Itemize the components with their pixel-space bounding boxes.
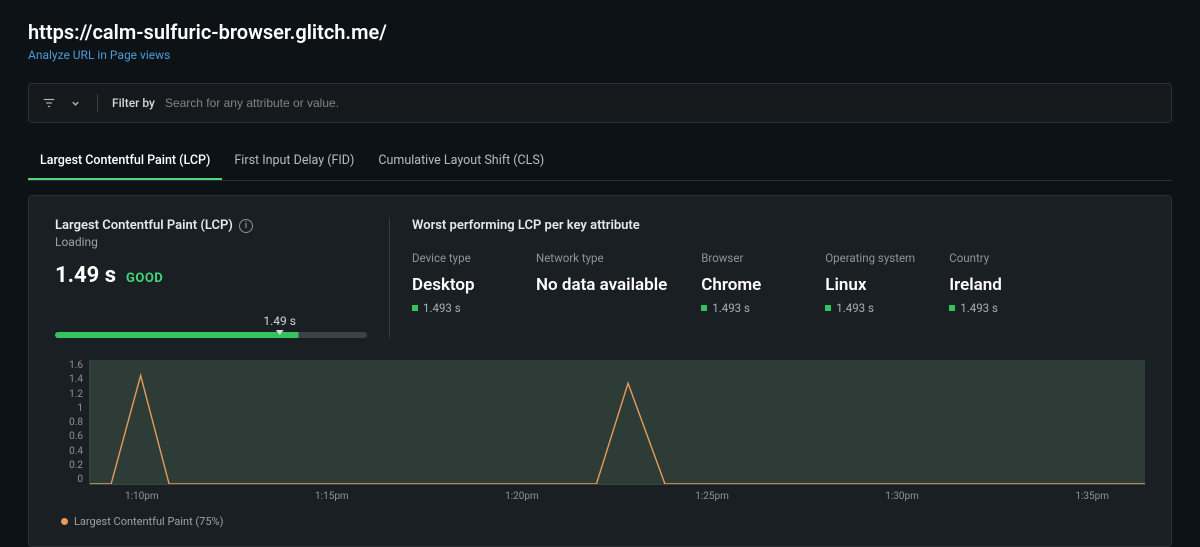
attr-value: Linux (825, 275, 915, 295)
threshold-bar (55, 332, 367, 338)
status-dot-icon (825, 305, 831, 311)
filter-icon[interactable] (41, 95, 57, 111)
attr-value: Chrome (701, 275, 791, 295)
xtick: 1:20pm (505, 491, 539, 502)
ytick: 1.2 (55, 389, 83, 400)
attr-col-1: Network type No data available (536, 251, 667, 315)
tab-1[interactable]: First Input Delay (FID) (222, 143, 366, 180)
filter-bar: Filter by (28, 83, 1172, 123)
metric-subtitle: Loading (55, 235, 367, 249)
chevron-down-icon[interactable] (67, 95, 83, 111)
attr-label: Network type (536, 251, 667, 265)
chart-x-axis: 1:10pm 1:15pm 1:20pm 1:25pm 1:30pm 1:35pm (89, 491, 1145, 503)
ytick: 0.8 (55, 417, 83, 428)
attr-subvalue: 1.493 s (701, 301, 791, 315)
attr-value: No data available (536, 275, 667, 295)
attr-label: Country (949, 251, 1039, 265)
attr-label: Operating system (825, 251, 915, 265)
attr-subvalue: 1.493 s (825, 301, 915, 315)
xtick: 1:25pm (695, 491, 729, 502)
divider (97, 94, 98, 112)
info-icon[interactable]: i (239, 219, 253, 233)
filter-input[interactable] (165, 96, 1159, 110)
attr-col-3: Operating system Linux 1.493 s (825, 251, 915, 315)
attr-label: Browser (701, 251, 791, 265)
metric-badge: GOOD (126, 271, 163, 286)
tabs: Largest Contentful Paint (LCP)First Inpu… (28, 143, 1172, 181)
xtick: 1:10pm (125, 491, 159, 502)
attr-subvalue: 1.493 s (949, 301, 1039, 315)
metric-title: Largest Contentful Paint (LCP) (55, 218, 233, 233)
ytick: 1.4 (55, 374, 83, 385)
status-dot-icon (701, 305, 707, 311)
attr-subvalue: 1.493 s (412, 301, 502, 315)
ytick: 0.2 (55, 460, 83, 471)
attribute-grid: Device type Desktop 1.493 s Network type No … (412, 251, 1145, 315)
attr-value: Desktop (412, 275, 502, 295)
threshold-caret-icon (276, 330, 284, 335)
tab-0[interactable]: Largest Contentful Paint (LCP) (28, 143, 222, 180)
chart-legend: Largest Contentful Paint (75%) (61, 515, 1145, 528)
xtick: 1:30pm (885, 491, 919, 502)
analyze-link[interactable]: Analyze URL in Page views (28, 48, 170, 62)
attr-col-0: Device type Desktop 1.493 s (412, 251, 502, 315)
legend-swatch-icon (61, 518, 68, 525)
metric-panel: Largest Contentful Paint (LCP) i Loading… (28, 195, 1172, 547)
metric-summary: Largest Contentful Paint (LCP) i Loading… (55, 218, 390, 338)
metric-value: 1.49 s (55, 263, 116, 288)
ytick: 1 (55, 403, 83, 414)
ytick: 0.4 (55, 446, 83, 457)
ytick: 0.6 (55, 431, 83, 442)
chart-y-axis: 1.6 1.4 1.2 1 0.8 0.6 0.4 0.2 0 (55, 360, 89, 485)
worst-heading: Worst performing LCP per key attribute (412, 218, 1145, 233)
lcp-timeseries-chart: 1.6 1.4 1.2 1 0.8 0.6 0.4 0.2 0 1:10pm 1:15pm 1:20… (55, 360, 1145, 528)
ytick: 0 (55, 474, 83, 485)
attr-col-4: Country Ireland 1.493 s (949, 251, 1039, 315)
filter-label: Filter by (112, 96, 155, 110)
status-dot-icon (949, 305, 955, 311)
xtick: 1:15pm (315, 491, 349, 502)
threshold-marker-label: 1.49 s (263, 314, 296, 328)
attr-value: Ireland (949, 275, 1039, 295)
chart-plot-area (89, 360, 1145, 485)
legend-label: Largest Contentful Paint (75%) (74, 515, 223, 528)
xtick: 1:35pm (1075, 491, 1109, 502)
tab-2[interactable]: Cumulative Layout Shift (CLS) (366, 143, 556, 180)
status-dot-icon (412, 305, 418, 311)
attr-col-2: Browser Chrome 1.493 s (701, 251, 791, 315)
ytick: 1.6 (55, 360, 83, 371)
page-title: https://calm-sulfuric-browser.glitch.me/ (28, 20, 1172, 44)
attr-label: Device type (412, 251, 502, 265)
